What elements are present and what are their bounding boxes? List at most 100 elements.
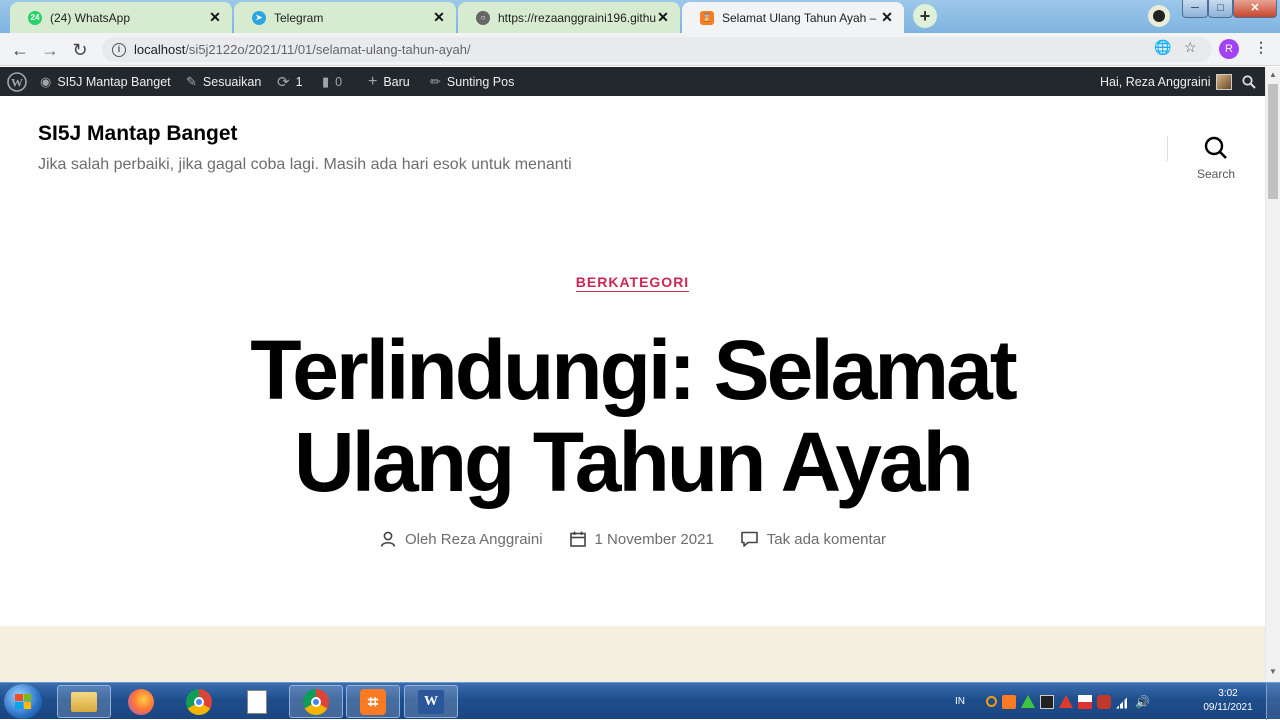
- document-icon: [247, 689, 267, 714]
- volume-icon[interactable]: 🔊: [1135, 695, 1150, 709]
- chrome-icon: [186, 688, 212, 715]
- updates-count: 1: [295, 74, 303, 89]
- taskbar-firefox[interactable]: [114, 685, 168, 718]
- firefox-icon: [128, 688, 154, 715]
- post-meta: Oleh Reza Anggraini 1 November 2021 Tak …: [0, 530, 1265, 548]
- system-tray: IN 🔊: [955, 683, 1150, 720]
- post-title-line-2: Ulang Tahun Ayah: [294, 415, 974, 509]
- network-signal-icon[interactable]: [1116, 694, 1130, 709]
- windows-logo-icon: [15, 694, 31, 709]
- start-button[interactable]: [4, 684, 42, 719]
- greeting-label: Hai, Reza Anggraini: [1100, 74, 1211, 89]
- adminbar-edit-post[interactable]: ✏ Sunting Pos: [430, 67, 514, 96]
- security-tray-icon[interactable]: [1097, 694, 1111, 709]
- language-indicator[interactable]: IN: [955, 696, 965, 707]
- taskbar-notepad[interactable]: [230, 685, 284, 718]
- close-icon[interactable]: ✕: [656, 9, 670, 26]
- tab-selamat-ulang-tahun[interactable]: ⌛ Selamat Ulang Tahun Ayah – SI5J ✕: [682, 2, 904, 33]
- divider: [1167, 136, 1168, 161]
- tab-whatsapp[interactable]: 24 (24) WhatsApp ✕: [10, 2, 232, 33]
- wp-admin-bar: W ◉ SI5J Mantap Banget ✎ Sesuaikan ⟳ 1 ▮…: [0, 67, 1265, 96]
- post-comments[interactable]: Tak ada komentar: [740, 530, 886, 548]
- edit-post-label: Sunting Pos: [446, 74, 515, 89]
- taskbar-chrome-profile[interactable]: [289, 685, 343, 718]
- bookmark-star-icon[interactable]: ☆: [1184, 39, 1197, 56]
- scroll-up-icon[interactable]: ▲: [1269, 70, 1277, 79]
- tab-github[interactable]: ○ https://rezaanggraini196.github.i ✕: [458, 2, 680, 33]
- xampp-icon: ⌛: [700, 10, 714, 25]
- xampp-tray-icon[interactable]: [1002, 694, 1016, 709]
- adminbar-site-name[interactable]: ◉ SI5J Mantap Banget: [40, 67, 171, 96]
- post-author[interactable]: Oleh Reza Anggraini: [379, 530, 543, 548]
- close-icon[interactable]: ✕: [880, 9, 894, 26]
- svg-text:W: W: [11, 75, 23, 89]
- telegram-icon: ➤: [252, 10, 266, 25]
- site-description: Jika salah perbaiki, jika gagal coba lag…: [38, 156, 572, 173]
- adminbar-search-icon[interactable]: [1242, 67, 1256, 96]
- xampp-icon: ⌗: [360, 688, 386, 715]
- minimize-button[interactable]: ─: [1182, 0, 1208, 18]
- scroll-down-icon[interactable]: ▼: [1269, 667, 1277, 676]
- taskbar-word[interactable]: W: [404, 685, 458, 718]
- adminbar-new[interactable]: + Baru: [368, 67, 410, 96]
- updates-icon: ⟳: [277, 73, 290, 91]
- comment-icon: ▮: [322, 73, 330, 89]
- calendar-icon: [569, 531, 586, 547]
- reload-icon[interactable]: ↻: [69, 39, 91, 61]
- chrome-profile-icon: [303, 688, 329, 715]
- close-window-button[interactable]: ✕: [1233, 0, 1277, 18]
- taskbar-chrome[interactable]: [172, 685, 226, 718]
- new-label: Baru: [383, 74, 410, 89]
- adminbar-comments[interactable]: ▮ 0: [322, 67, 342, 96]
- menu-kebab-icon[interactable]: ⋮: [1254, 39, 1268, 56]
- date-label: 1 November 2021: [594, 530, 714, 548]
- post-date[interactable]: 1 November 2021: [569, 530, 714, 548]
- brush-icon: ✎: [186, 73, 197, 89]
- url-path: /si5j2122o/2021/11/01/selamat-ulang-tahu…: [185, 42, 471, 57]
- tab-title: Selamat Ulang Tahun Ayah – SI5J: [722, 10, 880, 25]
- browser-tabstrip: 24 (24) WhatsApp ✕ ➤ Telegram ✕ ○ https:…: [0, 0, 1280, 33]
- tab-title: (24) WhatsApp: [50, 10, 131, 25]
- search-icon: [1204, 136, 1227, 159]
- display-tray-icon[interactable]: [1040, 694, 1054, 709]
- clock-date: 09/11/2021: [1203, 702, 1253, 713]
- close-icon[interactable]: ✕: [432, 9, 446, 26]
- comments-label: Tak ada komentar: [766, 530, 887, 548]
- page-scrollbar[interactable]: ▲ ▼: [1265, 67, 1280, 682]
- profile-avatar[interactable]: R: [1219, 39, 1239, 59]
- adminbar-updates[interactable]: ⟳ 1: [277, 67, 303, 96]
- taskbar-xampp[interactable]: ⌗: [346, 685, 400, 718]
- site-title[interactable]: SI5J Mantap Banget: [38, 122, 238, 146]
- globe-icon: ○: [476, 10, 490, 25]
- search-tray-icon[interactable]: [986, 696, 997, 707]
- warning-tray-icon[interactable]: [1059, 695, 1073, 708]
- category-link[interactable]: BERKATEGORI: [575, 274, 690, 292]
- show-desktop-button[interactable]: [1266, 683, 1280, 720]
- wordpress-logo-icon[interactable]: W: [7, 67, 27, 96]
- comments-count: 0: [335, 74, 343, 89]
- back-icon[interactable]: ←: [9, 39, 31, 61]
- search-button[interactable]: Search: [1190, 136, 1242, 181]
- tab-telegram[interactable]: ➤ Telegram ✕: [234, 2, 456, 33]
- maximize-button[interactable]: □: [1208, 0, 1233, 18]
- scrollbar-thumb[interactable]: [1268, 84, 1278, 199]
- triangle-tray-icon[interactable]: [1021, 695, 1035, 708]
- info-icon[interactable]: i: [112, 42, 126, 57]
- plus-icon: +: [368, 72, 378, 90]
- new-tab-button[interactable]: +: [913, 4, 937, 28]
- media-control-icon[interactable]: [1148, 5, 1170, 27]
- post-content-area: [0, 626, 1265, 682]
- windows-taskbar: ⌗ W IN 🔊 3:02 09/11/2021: [0, 682, 1280, 720]
- adminbar-account[interactable]: Hai, Reza Anggraini: [1100, 67, 1233, 96]
- system-clock[interactable]: 3:02 09/11/2021: [1196, 687, 1260, 715]
- adminbar-customize[interactable]: ✎ Sesuaikan: [186, 67, 261, 96]
- taskbar-explorer[interactable]: [57, 685, 111, 718]
- address-bar[interactable]: i localhost/si5j2122o/2021/11/01/selamat…: [102, 37, 1212, 62]
- flag-tray-icon[interactable]: [1078, 694, 1092, 709]
- url-host: localhost: [134, 42, 186, 57]
- translate-icon[interactable]: 🌐: [1154, 39, 1171, 56]
- tab-title: https://rezaanggraini196.github.i: [498, 10, 656, 25]
- forward-icon[interactable]: →: [39, 39, 61, 61]
- close-icon[interactable]: ✕: [208, 9, 222, 26]
- search-label: Search: [1196, 167, 1236, 181]
